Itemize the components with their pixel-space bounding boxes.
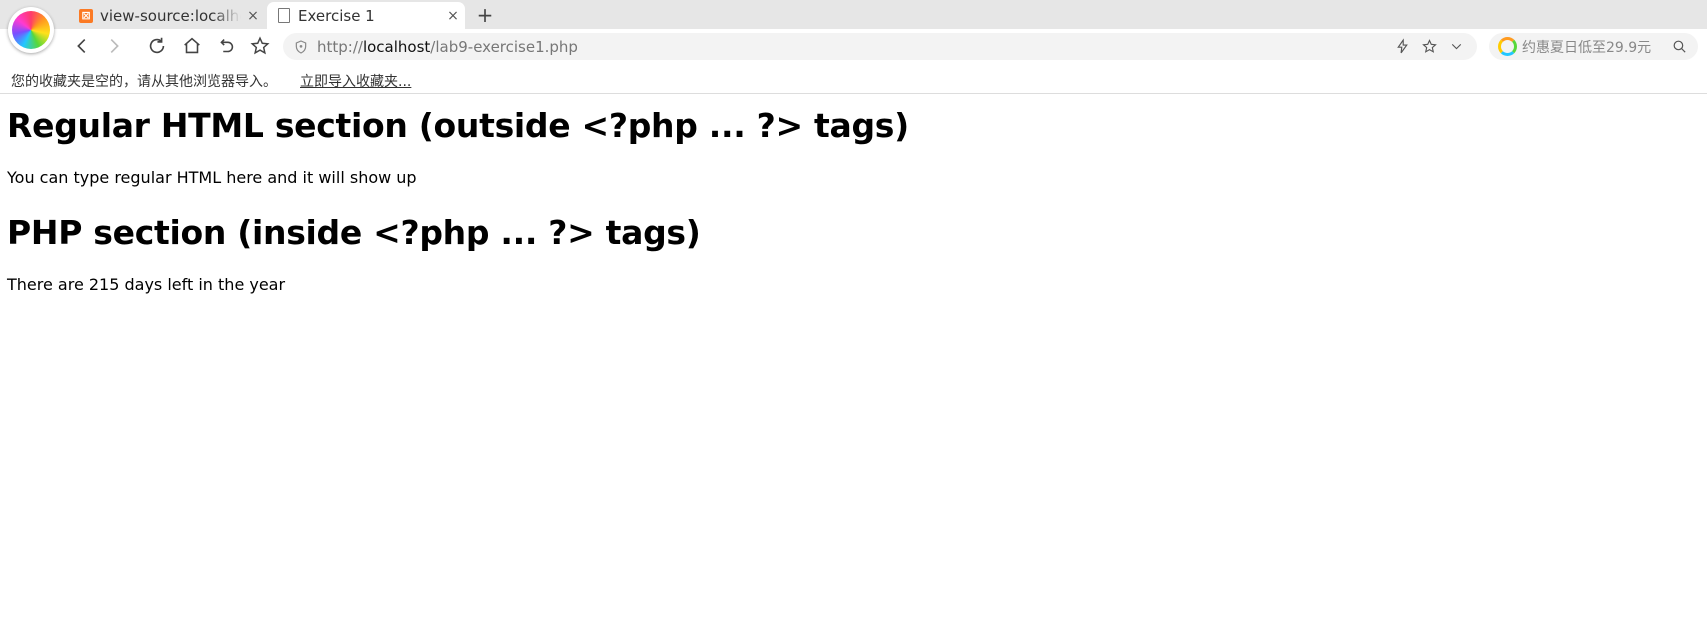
bookmark-star-button[interactable]: [246, 32, 274, 60]
search-box[interactable]: 约惠夏日低至29.9元: [1489, 33, 1698, 60]
bookmarks-bar: 您的收藏夹是空的，请从其他浏览器导入。 立即导入收藏夹...: [0, 62, 1707, 94]
tab-exercise-1[interactable]: Exercise 1 ×: [267, 2, 465, 29]
back-button[interactable]: [68, 32, 96, 60]
favorite-star-icon[interactable]: [1421, 38, 1438, 55]
page-icon: [278, 8, 290, 23]
shield-icon: [295, 39, 307, 54]
paragraph-html-section: You can type regular HTML here and it wi…: [7, 168, 417, 187]
forward-button[interactable]: [100, 32, 128, 60]
browser-logo-icon: [12, 11, 50, 49]
navigation-bar: http://localhost/lab9-exercise1.php 约惠夏日…: [0, 29, 1707, 62]
home-button[interactable]: [178, 32, 206, 60]
tab-view-source[interactable]: ⊠ view-source:localhost/lab9-exercise1.p…: [71, 2, 265, 29]
reload-button[interactable]: [143, 32, 171, 60]
address-bar[interactable]: http://localhost/lab9-exercise1.php: [283, 33, 1477, 60]
search-suggestion: 约惠夏日低至29.9元: [1522, 39, 1652, 56]
chevron-left-icon: [77, 38, 86, 54]
address-bar-actions: [1394, 38, 1465, 55]
url-path: /lab9-exercise1.php: [430, 37, 578, 56]
new-tab-button[interactable]: +: [470, 2, 500, 28]
undo-icon: [220, 39, 234, 53]
bookmarks-empty-message: 您的收藏夹是空的，请从其他浏览器导入。: [11, 74, 277, 90]
chevron-right-icon: [110, 38, 119, 54]
paragraph-days-left: There are 215 days left in the year: [7, 275, 286, 294]
browser-logo[interactable]: [8, 7, 54, 53]
home-icon: [184, 37, 200, 54]
url-scheme: http://: [317, 37, 363, 56]
search-icon[interactable]: [1671, 38, 1688, 55]
reload-icon: [149, 37, 165, 54]
tab-title: view-source:localhost/lab9-exercise1.php: [100, 6, 241, 25]
close-tab-icon[interactable]: ×: [241, 8, 265, 24]
chevron-down-icon[interactable]: [1448, 38, 1465, 55]
heading-php-section: PHP section (inside <?php ... ?> tags): [7, 213, 701, 252]
heading-html-section: Regular HTML section (outside <?php ... …: [7, 106, 909, 145]
tab-title: Exercise 1: [298, 6, 375, 25]
star-icon: [250, 36, 270, 55]
close-tab-icon[interactable]: ×: [441, 8, 465, 24]
search-engine-icon: [1498, 37, 1517, 56]
tab-bar: ⊠ view-source:localhost/lab9-exercise1.p…: [0, 0, 1707, 29]
url-host: localhost: [362, 37, 431, 56]
lightning-icon[interactable]: [1394, 38, 1411, 55]
import-bookmarks-link[interactable]: 立即导入收藏夹...: [300, 71, 411, 91]
undo-close-button[interactable]: [212, 32, 240, 60]
xampp-icon: ⊠: [79, 8, 93, 23]
